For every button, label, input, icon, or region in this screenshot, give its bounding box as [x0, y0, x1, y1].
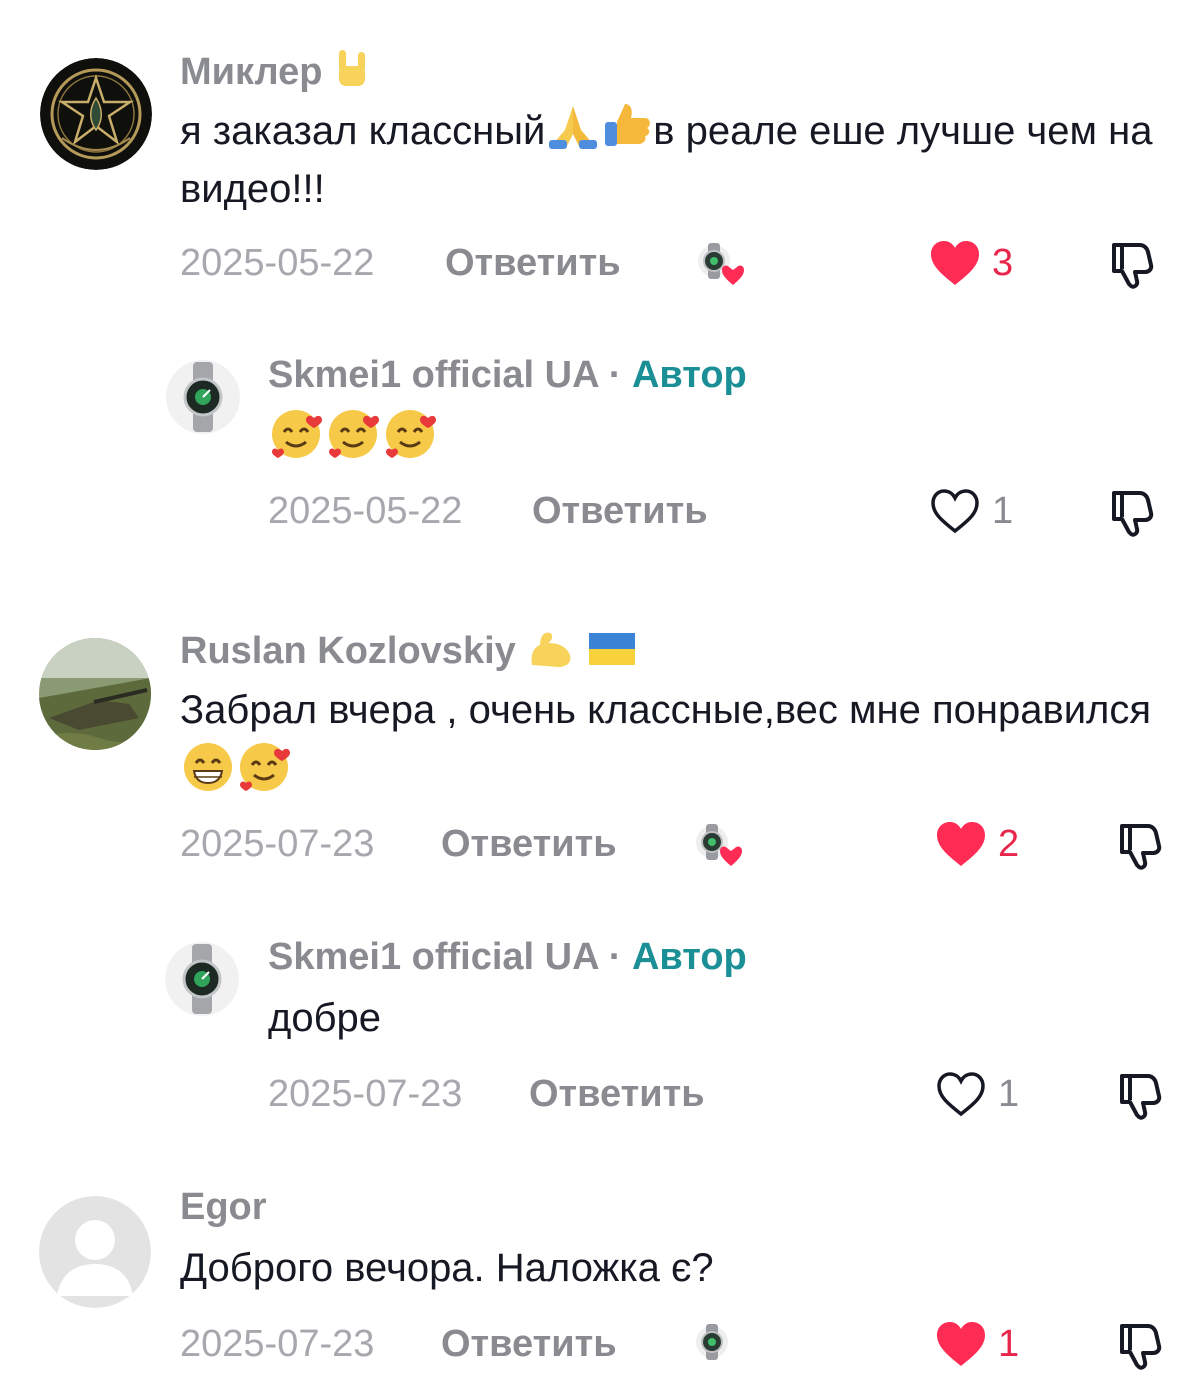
heart-filled-icon — [937, 1322, 985, 1366]
thumbs-up-emoji-icon — [605, 104, 651, 146]
reply-date: 2025-05-22 — [268, 490, 463, 532]
reply-meta: 2025-05-22 Ответить 1 — [0, 483, 1200, 539]
reply-text — [268, 404, 1200, 470]
dislike-button[interactable] — [1104, 483, 1160, 539]
comment-meta: 2025-07-23 Ответить 1 — [0, 1316, 1200, 1372]
reply-button[interactable]: Ответить — [529, 1066, 705, 1122]
comment-text: Доброго вечора. Наложка є? — [180, 1246, 714, 1290]
reply-button[interactable]: Ответить — [441, 1316, 617, 1372]
reply-username[interactable]: Skmei1 official UA · Автор — [268, 934, 747, 980]
comment-date: 2025-05-22 — [180, 242, 375, 284]
heart-outline-icon — [937, 1072, 985, 1117]
heart-outline-icon — [931, 489, 979, 534]
thumbs-down-icon — [1120, 1324, 1162, 1370]
thumbs-down-icon — [1112, 491, 1154, 537]
dislike-button[interactable] — [1112, 1316, 1168, 1372]
default-user-avatar-icon — [39, 1196, 151, 1308]
comment-text: я заказал классный в реале еше лучше чем… — [180, 100, 1170, 218]
emblem-avatar-icon — [40, 58, 152, 170]
smiling-face-with-hearts-emoji-icon — [272, 410, 436, 458]
ukraine-flag-emoji-icon — [588, 633, 635, 665]
comment-date: 2025-07-23 — [180, 823, 375, 865]
creator-liked-icon — [698, 243, 744, 285]
like-count: 1 — [998, 1073, 1020, 1115]
thumbs-down-icon — [1120, 824, 1162, 870]
comment-username[interactable]: Миклер — [180, 46, 371, 95]
like-count: 1 — [998, 1323, 1020, 1365]
like-count: 3 — [992, 242, 1014, 284]
creator-liked-badge — [690, 235, 750, 291]
author-tag: Автор — [631, 936, 747, 978]
rock-hand-emoji-icon — [339, 50, 366, 86]
watch-avatar-icon — [165, 942, 239, 1016]
reply-button[interactable]: Ответить — [532, 483, 708, 539]
dislike-button[interactable] — [1104, 235, 1160, 291]
comment-username[interactable]: Ruslan Kozlovskiy — [180, 625, 637, 674]
avatar[interactable] — [39, 638, 151, 750]
watch-avatar-icon — [166, 360, 240, 434]
dislike-button[interactable] — [1112, 1066, 1168, 1122]
creator-liked-badge — [688, 816, 748, 872]
comment-username[interactable]: Egor — [180, 1184, 267, 1230]
heart-filled-icon — [931, 241, 979, 285]
reply-text: добре — [268, 996, 381, 1040]
reply-date: 2025-07-23 — [268, 1073, 463, 1115]
like-count: 1 — [992, 490, 1014, 532]
like-count: 2 — [998, 823, 1020, 865]
comment-date: 2025-07-23 — [180, 1323, 375, 1365]
reply-username[interactable]: Skmei1 official UA · Автор — [268, 352, 747, 398]
like-button[interactable]: 3 — [928, 235, 1013, 291]
avatar[interactable] — [40, 58, 152, 170]
reply-button[interactable]: Ответить — [441, 816, 617, 872]
heart-filled-icon — [937, 822, 985, 866]
creator-liked-icon — [696, 1324, 728, 1360]
dislike-button[interactable] — [1112, 816, 1168, 872]
creator-liked-icon — [696, 824, 742, 866]
like-button[interactable]: 1 — [928, 483, 1013, 539]
reply-meta: 2025-07-23 Ответить 1 — [0, 1066, 1200, 1122]
reply-button[interactable]: Ответить — [445, 235, 621, 291]
folded-hands-emoji-icon — [549, 106, 598, 149]
comment-text: Забрал вчера , очень классные,вес мне по… — [180, 681, 1170, 803]
avatar[interactable] — [39, 1196, 151, 1308]
flexed-biceps-emoji-icon — [531, 632, 571, 667]
like-button[interactable]: 1 — [934, 1066, 1019, 1122]
comment-meta: 2025-05-22 Ответить 3 — [0, 235, 1200, 291]
comment-meta: 2025-07-23 Ответить 2 — [0, 816, 1200, 872]
like-button[interactable]: 1 — [934, 1316, 1019, 1372]
avatar[interactable] — [165, 942, 239, 1016]
author-tag: Автор — [631, 354, 747, 396]
thumbs-down-icon — [1120, 1074, 1162, 1120]
thumbs-down-icon — [1112, 243, 1154, 289]
creator-liked-badge — [688, 1316, 748, 1372]
avatar[interactable] — [166, 360, 240, 434]
grinning-and-hearts-emoji-icon — [184, 743, 290, 791]
like-button[interactable]: 2 — [934, 816, 1019, 872]
soldier-photo-avatar-icon — [39, 638, 151, 750]
